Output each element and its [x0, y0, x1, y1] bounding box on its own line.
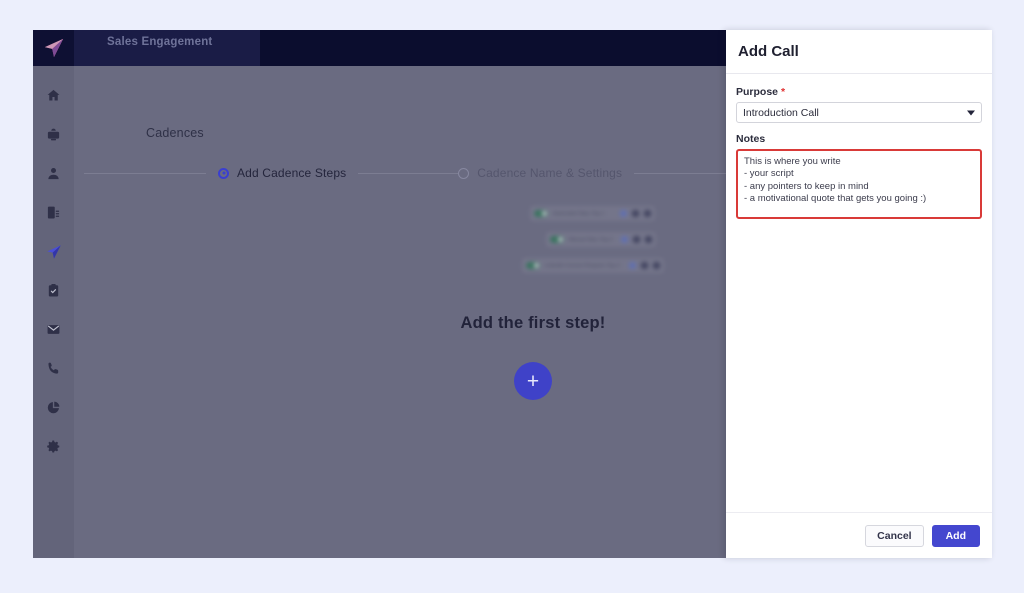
purpose-label-text: Purpose [736, 86, 778, 98]
ghost-action-icon [645, 236, 652, 243]
add-button[interactable]: Add [932, 525, 980, 547]
plus-icon: + [527, 371, 539, 392]
ghost-action-icon [644, 210, 651, 217]
cancel-button[interactable]: Cancel [865, 525, 923, 547]
notes-label: Notes [736, 133, 982, 145]
inbox-tray-icon [46, 127, 61, 142]
purpose-select[interactable]: Introduction Call [736, 102, 982, 123]
page-title: Cadences [146, 126, 204, 140]
envelope-icon [46, 322, 61, 337]
toggle-icon [526, 262, 540, 269]
purpose-selected-value: Introduction Call [743, 107, 819, 119]
ghost-action-icon [629, 262, 636, 269]
panel-title: Add Call [738, 43, 799, 60]
cadence-stepper: Add Cadence Steps Cadence Name & Setting… [74, 162, 764, 184]
person-icon [46, 166, 61, 181]
step-radio-unselected-icon [458, 168, 469, 179]
pie-chart-icon [46, 400, 61, 415]
gear-icon [46, 439, 61, 454]
panel-body: Purpose * Introduction Call Notes [726, 74, 992, 512]
toggle-icon [534, 210, 548, 217]
sidebar [33, 30, 74, 558]
sidebar-item-inbox[interactable] [33, 115, 74, 154]
app-logo[interactable] [33, 30, 74, 66]
phone-icon [46, 361, 61, 376]
step-radio-selected-icon [218, 168, 229, 179]
ghost-card: Manual Step: Day 2 [546, 232, 656, 247]
sidebar-item-tasks[interactable] [33, 271, 74, 310]
toggle-icon [550, 236, 564, 243]
ghost-action-icon [633, 236, 640, 243]
stepper-connector-left [84, 173, 206, 174]
ghost-action-icon [621, 236, 628, 243]
sidebar-item-reports[interactable] [33, 388, 74, 427]
sidebar-item-emails[interactable] [33, 310, 74, 349]
ghost-action-icon [641, 262, 648, 269]
ghost-step-preview: Automated Step: Day 1 Manual Step: Day 2… [494, 206, 674, 276]
panel-footer: Cancel Add [726, 512, 992, 558]
stepper-step-cadence-name-settings[interactable]: Cadence Name & Settings [458, 166, 622, 180]
required-marker: * [781, 86, 785, 98]
ghost-card: Automated Step: Day 1 [530, 206, 655, 221]
notes-textarea[interactable] [736, 149, 982, 219]
add-call-panel: Add Call Purpose * Introduction Call Not… [726, 30, 992, 558]
sidebar-item-contacts[interactable] [33, 154, 74, 193]
screen-root: Sales Engagement Cadences Add Cadence St… [0, 0, 1024, 593]
sidebar-item-home[interactable] [33, 76, 74, 115]
add-step-button[interactable]: + [514, 362, 552, 400]
ghost-action-icon [620, 210, 627, 217]
ghost-card-label: Automated Step: Day 1 [553, 211, 615, 217]
ghost-card-label: LinkedIn Connect Request: Day 3 [545, 263, 624, 269]
stepper-step-add-cadence-steps[interactable]: Add Cadence Steps [218, 166, 346, 180]
stepper-step1-label: Add Cadence Steps [237, 166, 346, 180]
topbar-title: Sales Engagement [107, 36, 212, 48]
ghost-action-icon [632, 210, 639, 217]
paper-plane-icon [46, 244, 62, 260]
sidebar-nav [33, 76, 74, 466]
clipboard-icon [46, 283, 61, 298]
ghost-card: LinkedIn Connect Request: Day 3 [522, 258, 664, 273]
purpose-label: Purpose * [736, 86, 982, 98]
sidebar-item-accounts[interactable] [33, 193, 74, 232]
paper-plane-logo-icon [43, 37, 65, 59]
chevron-down-icon [967, 110, 975, 115]
sidebar-item-cadences[interactable] [33, 232, 74, 271]
ghost-action-icon [653, 262, 660, 269]
stepper-step2-label: Cadence Name & Settings [477, 166, 622, 180]
document-list-icon [46, 205, 61, 220]
home-icon [46, 88, 61, 103]
sidebar-item-settings[interactable] [33, 427, 74, 466]
ghost-card-label: Manual Step: Day 2 [569, 237, 616, 243]
sidebar-item-calls[interactable] [33, 349, 74, 388]
stepper-connector-middle [358, 173, 458, 174]
stepper-connector-right [634, 173, 734, 174]
panel-header: Add Call [726, 30, 992, 74]
